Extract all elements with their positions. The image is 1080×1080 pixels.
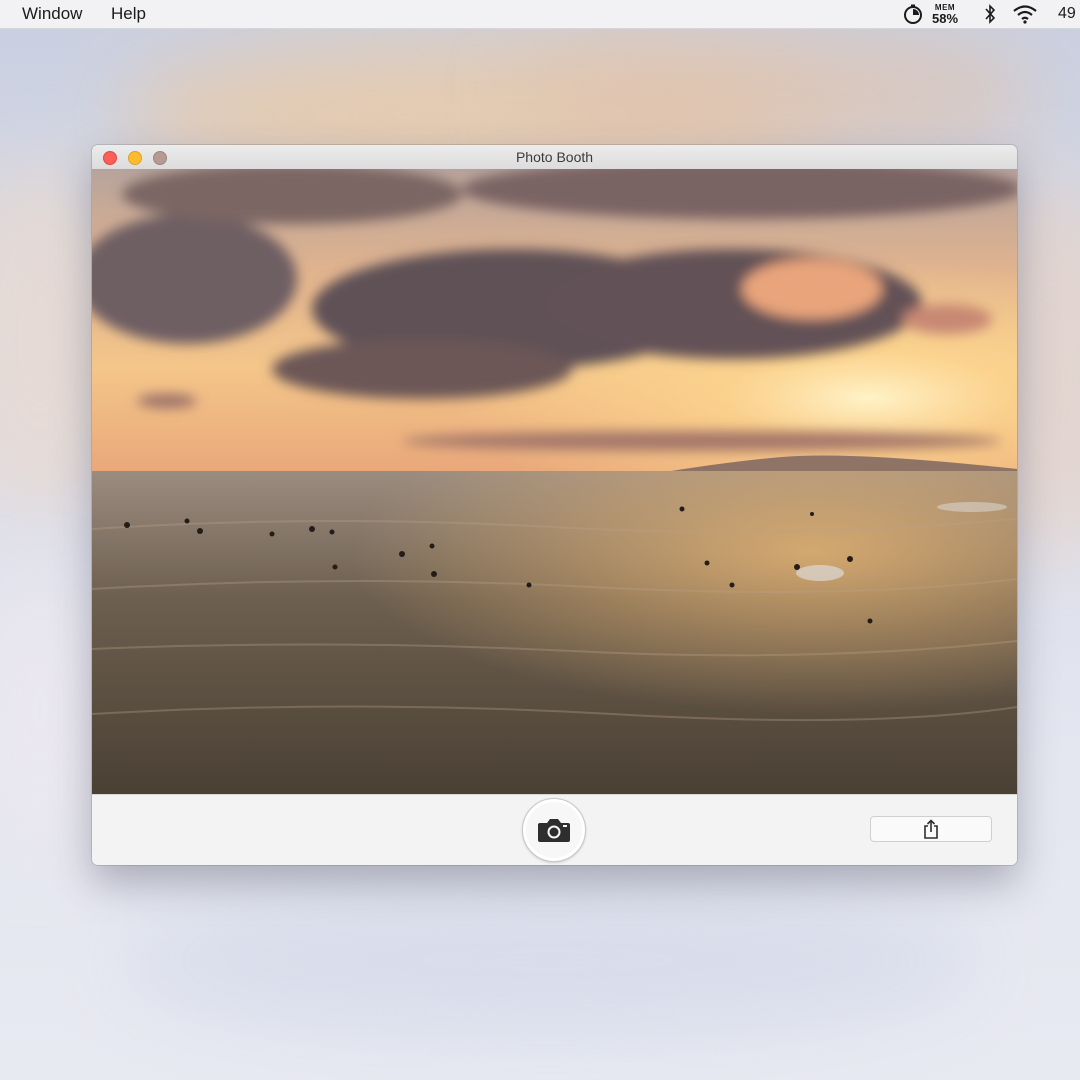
bluetooth-icon[interactable] — [983, 2, 997, 26]
share-button[interactable] — [870, 816, 992, 842]
camera-preview — [92, 169, 1017, 794]
wifi-icon[interactable] — [1012, 2, 1038, 26]
menu-help[interactable]: Help — [111, 4, 146, 24]
share-icon — [924, 819, 938, 839]
sunset-beach-image — [92, 169, 1017, 794]
memory-indicator[interactable]: MEM 58% — [932, 2, 958, 26]
battery-percentage[interactable]: 49 — [1058, 2, 1076, 26]
take-photo-button[interactable] — [522, 798, 586, 862]
timer-icon[interactable] — [902, 2, 924, 26]
window-title: Photo Booth — [515, 149, 594, 165]
photo-booth-window: Photo Booth — [92, 145, 1017, 865]
camera-icon — [538, 819, 570, 842]
menu-window[interactable]: Window — [22, 4, 82, 24]
bottom-toolbar — [92, 794, 1017, 865]
memory-value: 58% — [932, 10, 959, 26]
menu-bar: Window Help MEM 58% 49 — [0, 0, 1080, 29]
title-bar[interactable]: Photo Booth — [92, 145, 1017, 170]
